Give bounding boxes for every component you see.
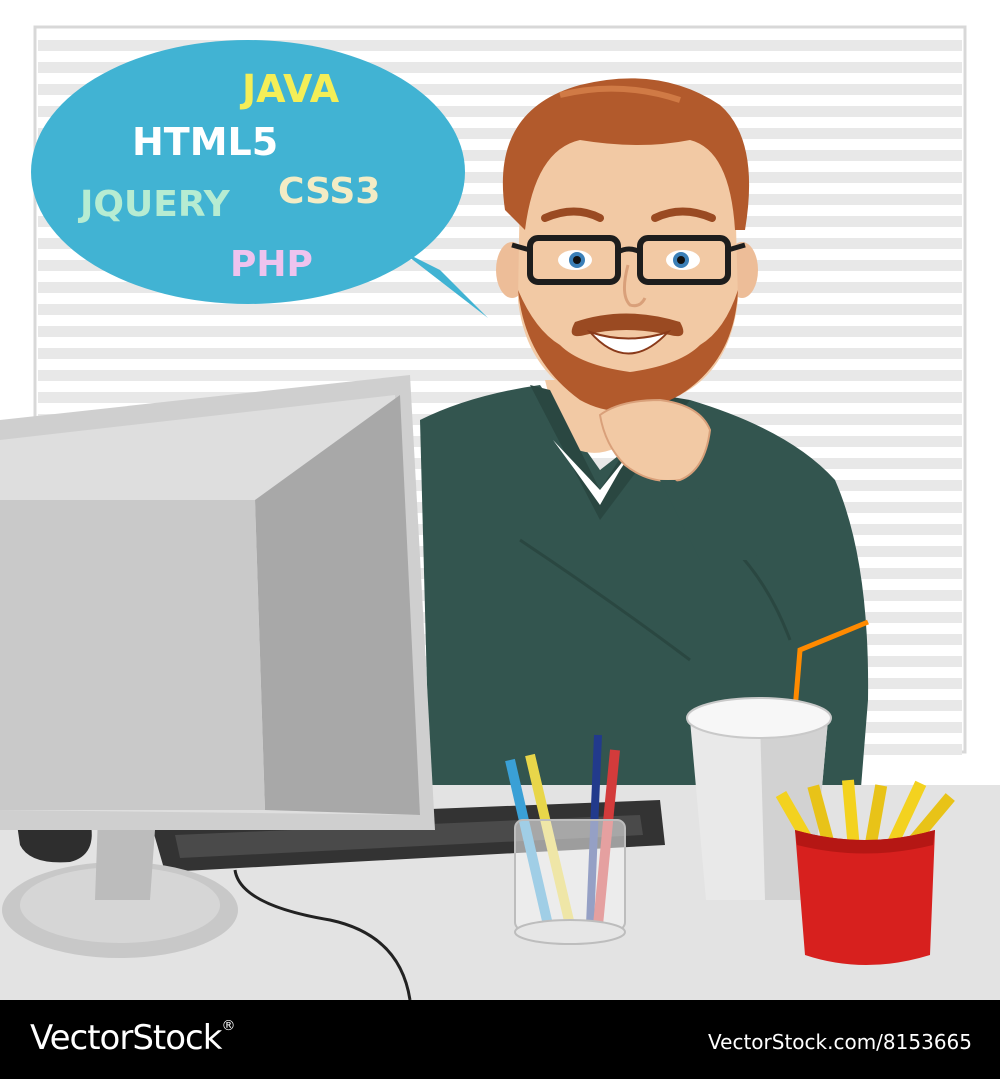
watermark-registered-mark: ®	[221, 1018, 235, 1034]
stock-illustration: JAVA HTML5 JQUERY CSS3 PHP VectorStock® …	[0, 0, 1000, 1079]
bubble-word-css3: CSS3	[278, 171, 380, 212]
blind-slat	[38, 326, 962, 337]
bubble-word-jquery: JQUERY	[77, 184, 231, 225]
blind-slat	[38, 370, 962, 381]
bubble-word-html5: HTML5	[132, 120, 278, 164]
bubble-word-php: PHP	[230, 244, 313, 285]
watermark-image-id: VectorStock.com/8153665	[708, 1030, 972, 1054]
bubble-word-java: JAVA	[239, 67, 340, 111]
developer-illustration: JAVA HTML5 JQUERY CSS3 PHP	[0, 25, 1000, 1000]
watermark-bar: VectorStock® VectorStock.com/8153665	[0, 1000, 1000, 1079]
blind-slat	[38, 348, 962, 359]
blind-slat	[38, 304, 962, 315]
watermark-brand-text: VectorStock	[30, 1018, 222, 1058]
watermark-brand: VectorStock®	[30, 1018, 235, 1058]
